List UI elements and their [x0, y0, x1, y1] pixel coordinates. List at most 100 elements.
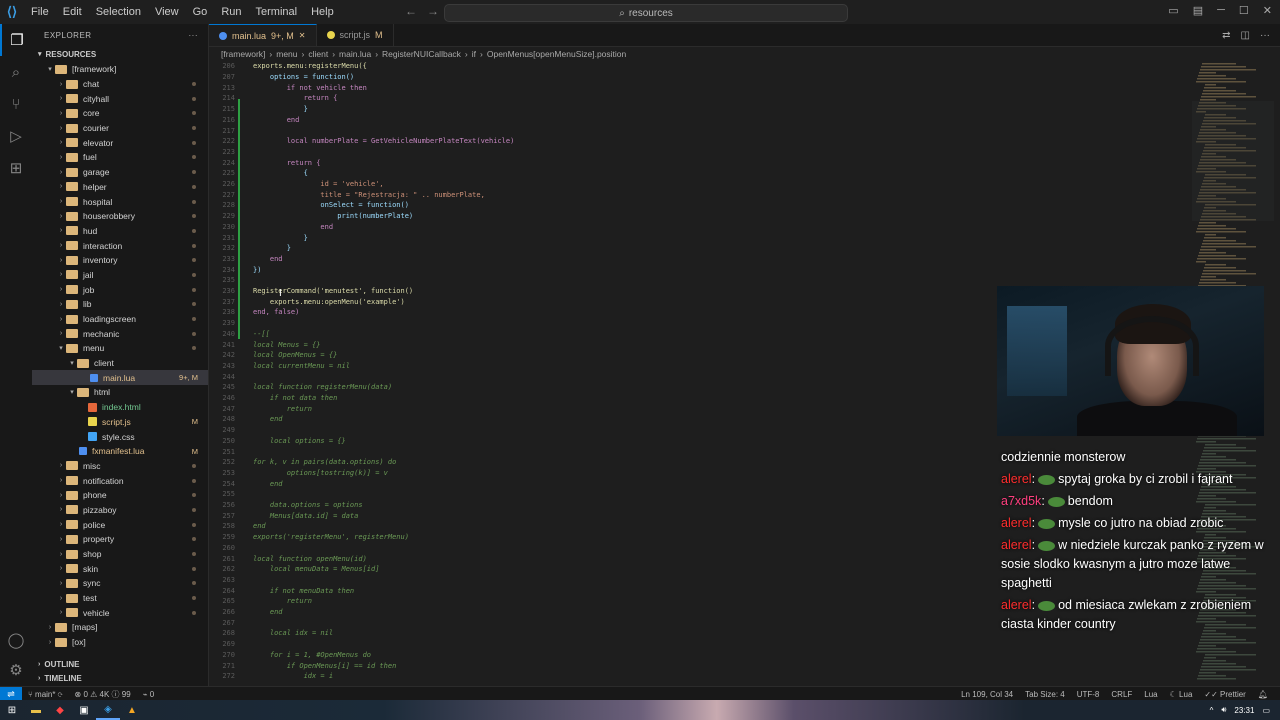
split-editor-icon[interactable]: ◫	[1241, 30, 1250, 41]
tree-item[interactable]: ▾ html	[32, 385, 208, 400]
branch-status[interactable]: ⑂ main* ⟳	[22, 690, 69, 699]
search-activity-icon[interactable]: ⌕	[0, 56, 32, 88]
tree-item[interactable]: main.lua 9+, M	[32, 370, 208, 386]
nav-arrows[interactable]: ←→	[405, 4, 449, 18]
menu-selection[interactable]: Selection	[89, 6, 148, 18]
maximize-icon[interactable]: ☐	[1239, 4, 1249, 17]
tree-item[interactable]: › core	[32, 106, 208, 121]
back-arrow-icon[interactable]: ←	[405, 4, 427, 18]
menu-view[interactable]: View	[148, 6, 186, 18]
breadcrumb-item[interactable]: client	[308, 49, 328, 59]
tree-item[interactable]: › hud	[32, 224, 208, 239]
tree-item[interactable]: › chat	[32, 77, 208, 92]
more-actions-icon[interactable]: ···	[189, 31, 199, 40]
tree-item[interactable]: › property	[32, 532, 208, 547]
clock[interactable]: 23:31	[1234, 706, 1254, 715]
menu-file[interactable]: File	[24, 6, 56, 18]
notifications-bell-icon[interactable]: 🔔︎	[1252, 690, 1274, 699]
obs-icon[interactable]: ▲	[120, 700, 144, 720]
tree-item[interactable]: › test	[32, 591, 208, 606]
tab-script-js[interactable]: script.js M	[317, 24, 394, 46]
prettier-status[interactable]: ✓✓ Prettier	[1198, 690, 1251, 699]
tree-item[interactable]: › pizzaboy	[32, 503, 208, 518]
encoding[interactable]: UTF-8	[1071, 690, 1106, 699]
tree-item[interactable]: style.css	[32, 429, 208, 444]
tray-overflow-icon[interactable]: ^	[1210, 706, 1214, 715]
tree-item[interactable]: › fuel	[32, 150, 208, 165]
menu-edit[interactable]: Edit	[56, 6, 89, 18]
layout-icon[interactable]: ▭	[1168, 4, 1178, 17]
eol[interactable]: CRLF	[1105, 690, 1138, 699]
tree-item[interactable]: › inventory	[32, 253, 208, 268]
tree-item[interactable]: › sync	[32, 576, 208, 591]
cursor-position[interactable]: Ln 109, Col 34	[955, 690, 1019, 699]
tree-item[interactable]: › hospital	[32, 194, 208, 209]
language-mode[interactable]: Lua	[1138, 690, 1163, 699]
run-debug-icon[interactable]: ▷	[0, 120, 32, 152]
tree-item[interactable]: › notification	[32, 473, 208, 488]
tree-item[interactable]: › police	[32, 517, 208, 532]
workspace-root[interactable]: ▾ RESOURCES	[32, 46, 208, 62]
command-center-search[interactable]: ⌕ resources	[444, 4, 848, 22]
tree-item[interactable]: › houserobbery	[32, 209, 208, 224]
browser-icon[interactable]: ◆	[48, 700, 72, 720]
compare-icon[interactable]: ⇄	[1222, 30, 1230, 41]
tree-item[interactable]: › lib	[32, 297, 208, 312]
problems-status[interactable]: ⊗ 0 ⚠ 4K ⓘ 99	[69, 689, 137, 700]
tree-item[interactable]: › jail	[32, 268, 208, 283]
explorer-icon[interactable]: ❐	[0, 24, 32, 56]
tree-item[interactable]: index.html	[32, 400, 208, 415]
close-icon[interactable]: ✕	[1263, 4, 1272, 17]
tree-item[interactable]: ▾ [framework]	[32, 62, 208, 77]
tree-item[interactable]: › shop	[32, 547, 208, 562]
tree-item[interactable]: › [maps]	[32, 620, 208, 635]
breadcrumb-item[interactable]: RegisterNUICallback	[382, 49, 461, 59]
tab-main-lua[interactable]: main.lua 9+, M ✕	[209, 24, 317, 46]
menu-help[interactable]: Help	[304, 6, 341, 18]
terminal-icon[interactable]: ▣	[72, 700, 96, 720]
start-icon[interactable]: ⊞	[0, 700, 24, 720]
menu-terminal[interactable]: Terminal	[249, 6, 305, 18]
tree-item[interactable]: ▾ client	[32, 356, 208, 371]
remote-indicator-icon[interactable]: ⇌	[0, 687, 22, 701]
extensions-icon[interactable]: ⊞	[0, 152, 32, 184]
breadcrumb-item[interactable]: [framework]	[221, 49, 265, 59]
tree-item[interactable]: › job	[32, 282, 208, 297]
tree-item[interactable]: script.js M	[32, 415, 208, 430]
settings-gear-icon[interactable]: ⚙	[0, 654, 32, 686]
more-icon[interactable]: ···	[1260, 30, 1270, 41]
account-icon[interactable]: ◯	[0, 624, 32, 656]
tree-item[interactable]: › helper	[32, 180, 208, 195]
source-control-icon[interactable]: ⑂	[0, 88, 32, 120]
ports-status[interactable]: ⌁ 0	[137, 690, 161, 699]
tree-item[interactable]: › vehicle	[32, 605, 208, 620]
breadcrumb-item[interactable]: if	[472, 49, 476, 59]
tree-item[interactable]: › garage	[32, 165, 208, 180]
lua-extension-status[interactable]: ☾ Lua	[1164, 690, 1199, 699]
file-explorer-icon[interactable]: ▬	[24, 700, 48, 720]
tree-item[interactable]: › cityhall	[32, 91, 208, 106]
tree-item[interactable]: ▾ menu	[32, 341, 208, 356]
tree-item[interactable]: › interaction	[32, 238, 208, 253]
tab-size[interactable]: Tab Size: 4	[1019, 690, 1071, 699]
panel-toggle-icon[interactable]: ▤	[1193, 4, 1203, 17]
tree-item[interactable]: › phone	[32, 488, 208, 503]
vscode-taskbar-icon[interactable]: ◈	[96, 700, 120, 720]
tree-item[interactable]: › courier	[32, 121, 208, 136]
close-tab-icon[interactable]: ✕	[299, 31, 306, 40]
tree-item[interactable]: › elevator	[32, 135, 208, 150]
menu-go[interactable]: Go	[186, 6, 215, 18]
breadcrumb-item[interactable]: main.lua	[339, 49, 371, 59]
menu-run[interactable]: Run	[214, 6, 248, 18]
tree-item[interactable]: › mechanic	[32, 326, 208, 341]
timeline-section[interactable]: › TIMELINE	[32, 670, 82, 686]
tree-item[interactable]: › [ox]	[32, 635, 208, 650]
notification-center-icon[interactable]: ▭	[1262, 706, 1270, 715]
tree-item[interactable]: › skin	[32, 561, 208, 576]
tree-item[interactable]: fxmanifest.lua M	[32, 444, 208, 459]
tree-item[interactable]: › loadingscreen	[32, 312, 208, 327]
breadcrumb-item[interactable]: OpenMenus[openMenuSize].position	[487, 49, 626, 59]
minimize-icon[interactable]: ─	[1217, 4, 1225, 17]
breadcrumb-item[interactable]: menu	[276, 49, 297, 59]
volume-icon[interactable]: 🔊︎	[1221, 705, 1226, 715]
